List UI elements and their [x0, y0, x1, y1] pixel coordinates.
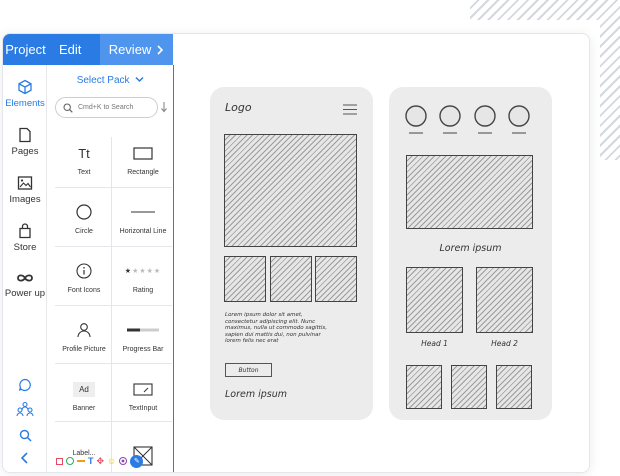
gallery-placeholder[interactable]: [496, 365, 532, 409]
element-label: Horizontal Line: [119, 228, 167, 235]
rail-item-elements[interactable]: Elements: [3, 79, 47, 109]
gallery-placeholder[interactable]: [406, 365, 442, 409]
element-profile-picture[interactable]: Profile Picture: [55, 308, 113, 366]
footer-text: Lorem ipsum: [225, 389, 288, 400]
element-rectangle[interactable]: Rectangle: [114, 131, 172, 189]
hamburger-menu-icon[interactable]: [343, 104, 357, 115]
sketch-button[interactable]: Button: [225, 363, 272, 377]
rail-item-images[interactable]: Images: [3, 175, 47, 205]
info-icon: [76, 263, 92, 279]
element-font-icons[interactable]: Font Icons: [55, 249, 113, 307]
search-icon: [63, 102, 73, 113]
element-textinput[interactable]: TextInput: [114, 367, 172, 425]
sort-down-icon[interactable]: [160, 101, 168, 113]
element-horizontal-line[interactable]: Horizontal Line: [114, 190, 172, 248]
logo-text: Logo: [225, 101, 252, 114]
tab-review-label: Review: [108, 42, 152, 57]
top-nav: Project Edit Review: [3, 34, 173, 65]
body-line: lorem felis nec erat: [225, 338, 279, 344]
elements-panel: Select Pack Cmd+K to Search Tt Text Rect…: [47, 65, 174, 472]
rail-item-power-up[interactable]: Power up: [3, 271, 47, 299]
page-icon: [19, 127, 31, 143]
move-tool-icon[interactable]: ✥: [97, 456, 105, 467]
section-title: Lorem ipsum: [439, 243, 502, 254]
zoom-icon[interactable]: [19, 429, 32, 442]
card-heading: Head 2: [491, 339, 518, 348]
rail-label-power-up: Power up: [4, 288, 46, 299]
rail-label-store: Store: [13, 242, 37, 253]
line-tool-icon[interactable]: [77, 460, 85, 462]
infinity-icon: [17, 274, 33, 282]
element-label: Font Icons: [67, 287, 101, 294]
users-icon[interactable]: [16, 401, 34, 417]
horizontal-line-icon: [131, 211, 155, 213]
element-label: Banner: [72, 405, 96, 412]
hero-image-placeholder[interactable]: [224, 134, 357, 247]
card-heading: Head 1: [421, 339, 448, 348]
feature-image-placeholder[interactable]: [406, 155, 533, 229]
cube-icon: [18, 79, 32, 95]
thumbnail-placeholder[interactable]: [224, 256, 266, 302]
bag-icon: [19, 223, 31, 239]
circle-tool-icon[interactable]: [66, 457, 74, 465]
text-glyph-icon: Tt: [78, 145, 90, 161]
rail-item-pages[interactable]: Pages: [3, 127, 47, 157]
element-label: Profile Picture: [62, 346, 106, 353]
image-icon: [17, 176, 33, 190]
phone-mockup-2[interactable]: Lorem ipsum Head 1 Head 2: [389, 87, 552, 420]
app-window: Project Edit Review Elements Pages Image…: [2, 33, 590, 473]
star-rating-icon: ★ ★★★★: [124, 268, 162, 275]
element-label: Rectangle: [127, 169, 159, 176]
rail-label-pages: Pages: [11, 146, 39, 157]
search-input[interactable]: Cmd+K to Search: [55, 97, 158, 118]
element-circle[interactable]: Circle: [55, 190, 113, 248]
element-label: Text: [77, 169, 91, 176]
person-icon: [77, 323, 91, 338]
tab-project[interactable]: Project: [3, 34, 48, 65]
circle-icon: [76, 204, 92, 220]
drawing-toolbar: T ✥ ☺ ✎: [47, 448, 174, 472]
left-rail: Elements Pages Images Store Power up: [3, 65, 47, 472]
element-progress-bar[interactable]: Progress Bar: [114, 308, 172, 366]
rectangle-icon: [133, 146, 153, 160]
element-label: Circle: [75, 228, 93, 235]
element-label: Progress Bar: [122, 346, 164, 353]
card-image-placeholder[interactable]: [476, 267, 533, 333]
body-line: maximus, nulla ut commodo sagittis,: [225, 325, 328, 331]
chevron-down-icon: [135, 76, 144, 83]
element-banner[interactable]: Ad Banner: [55, 367, 113, 425]
thumbnail-placeholder[interactable]: [315, 256, 357, 302]
collapse-chevron-icon[interactable]: [20, 452, 29, 464]
element-rating[interactable]: ★ ★★★★ Rating: [114, 249, 172, 307]
element-text[interactable]: Tt Text: [55, 131, 113, 189]
search-placeholder: Cmd+K to Search: [78, 104, 134, 111]
text-input-icon: [133, 382, 153, 396]
record-tool-icon[interactable]: [119, 457, 128, 465]
rail-label-elements: Elements: [5, 98, 45, 109]
element-label: Rating: [132, 287, 154, 294]
tab-edit[interactable]: Edit: [48, 34, 100, 65]
rectangle-tool-icon[interactable]: [56, 457, 63, 465]
thumbnail-placeholder[interactable]: [270, 256, 312, 302]
text-tool-icon[interactable]: T: [88, 456, 94, 466]
card-image-placeholder[interactable]: [406, 267, 463, 333]
pencil-tool-icon[interactable]: ✎: [130, 454, 144, 468]
select-pack-label: Select Pack: [76, 75, 130, 86]
tab-review[interactable]: Review: [100, 34, 173, 65]
element-label: TextInput: [128, 405, 158, 412]
select-pack-dropdown[interactable]: Select Pack: [47, 75, 174, 86]
chat-icon[interactable]: [18, 378, 32, 392]
design-canvas[interactable]: Logo Lorem ipsum dolor sit amet, consect…: [174, 34, 589, 472]
progress-bar-icon: [127, 328, 159, 332]
body-paragraph: Lorem ipsum dolor sit amet, consectetur …: [225, 312, 327, 345]
avatar-row: [405, 105, 530, 134]
chevron-right-icon: [157, 44, 164, 55]
rail-label-images: Images: [9, 194, 41, 205]
phone-mockup-1[interactable]: Logo Lorem ipsum dolor sit amet, consect…: [210, 87, 373, 420]
ad-banner-icon: Ad: [73, 381, 95, 397]
rail-item-store[interactable]: Store: [3, 223, 47, 253]
emoji-tool-icon[interactable]: ☺: [107, 456, 116, 466]
gallery-placeholder[interactable]: [451, 365, 487, 409]
